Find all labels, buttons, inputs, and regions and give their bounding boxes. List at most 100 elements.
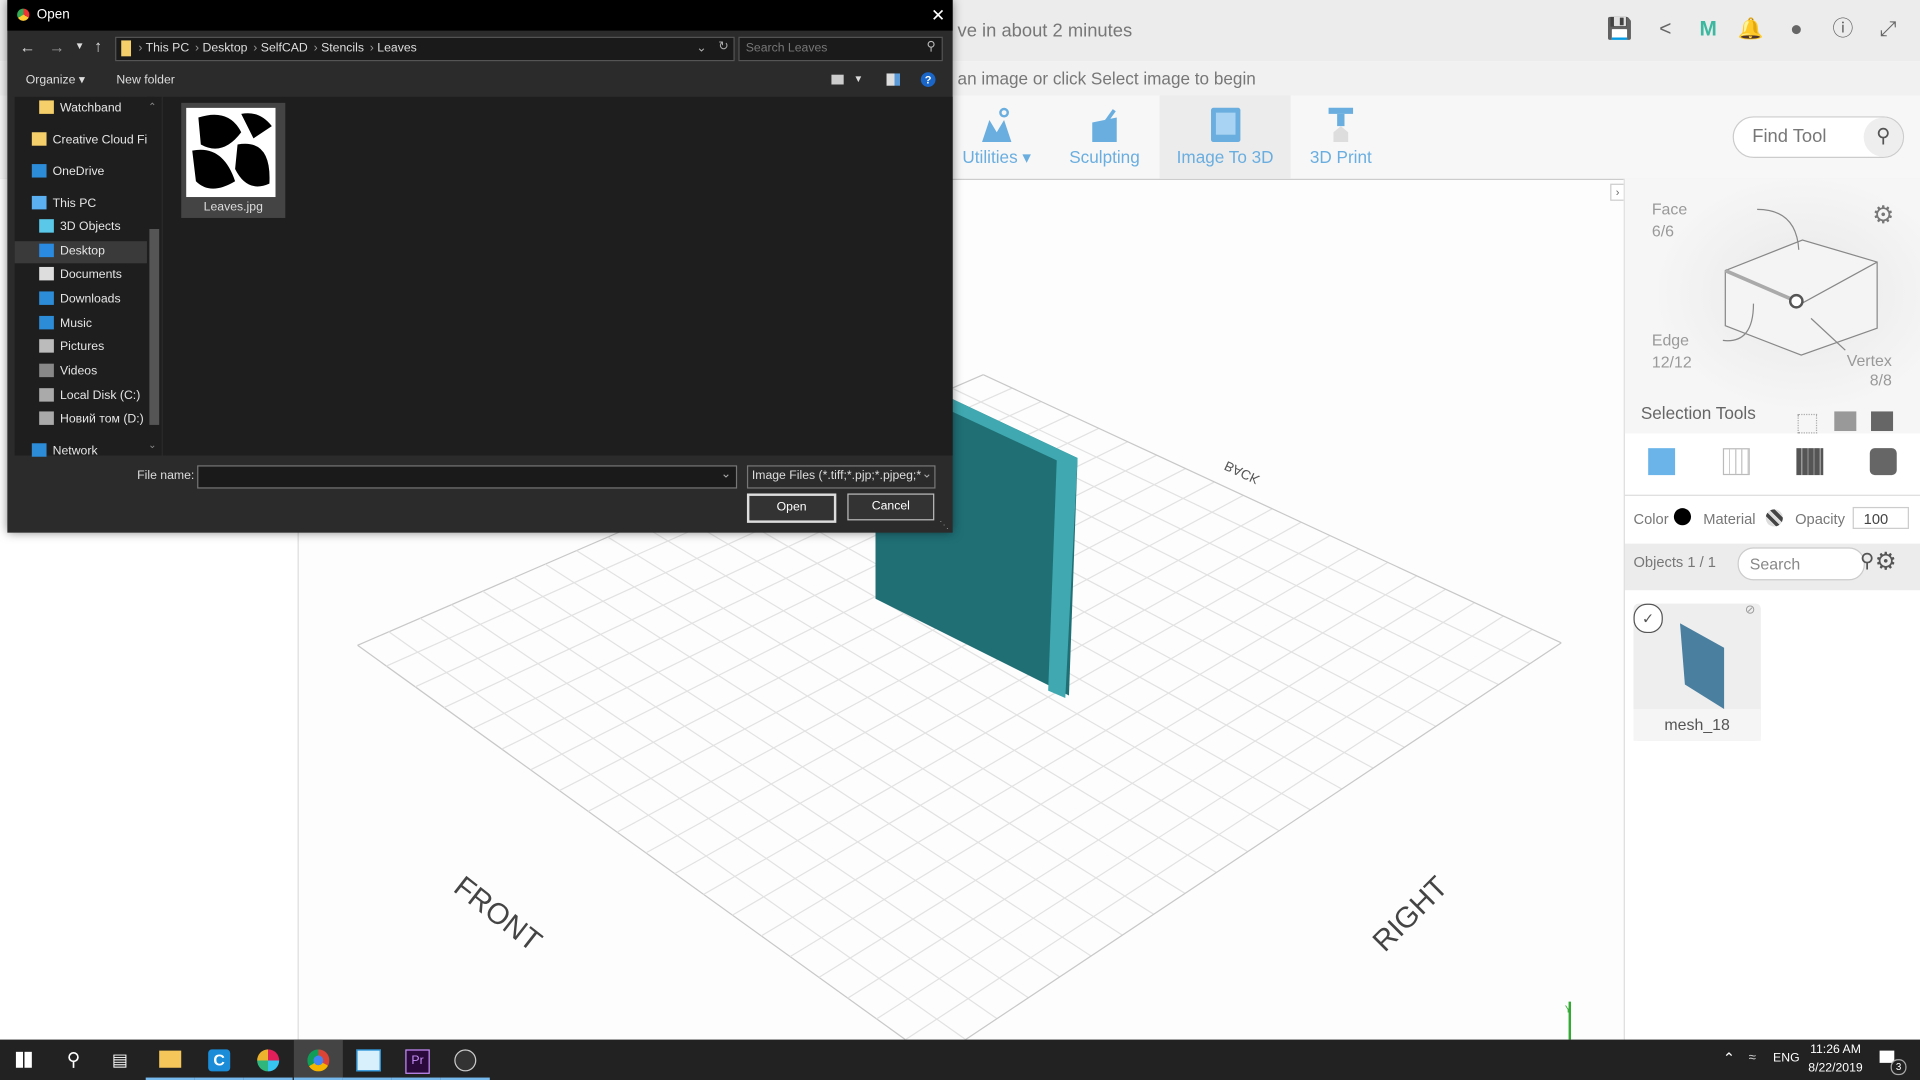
forward-arrow-icon[interactable]: →: [49, 38, 65, 56]
chevron-down-icon[interactable]: ⌄: [696, 42, 706, 55]
nav-item[interactable]: Documents: [15, 264, 150, 286]
color-swatch[interactable]: [1673, 508, 1692, 526]
fullscreen-icon[interactable]: ⤢: [1876, 17, 1900, 41]
solid-wireframe-view-icon[interactable]: [1796, 448, 1824, 476]
selection-cube-diagram: [1722, 208, 1878, 356]
chevron-down-icon[interactable]: ▼: [853, 73, 863, 84]
file-name-input[interactable]: ⌄: [197, 465, 738, 489]
language-indicator[interactable]: ENG: [1773, 1052, 1800, 1065]
breadcrumb: › This PC › Desktop › SelfCAD › Stencils…: [138, 42, 419, 55]
breadcrumb-item[interactable]: This PC: [146, 42, 190, 55]
recent-locations-chevron-icon[interactable]: ▼: [75, 40, 85, 51]
new-folder-button[interactable]: New folder: [116, 73, 175, 86]
search-icon[interactable]: ⚲: [1863, 117, 1903, 157]
breadcrumb-item[interactable]: Leaves: [377, 42, 416, 55]
obs-icon[interactable]: [440, 1040, 490, 1080]
selection-tools-label: Selection Tools: [1640, 402, 1756, 423]
share-icon[interactable]: <: [1653, 17, 1677, 41]
file-item[interactable]: Leaves.jpg: [181, 102, 286, 218]
nav-item[interactable]: Новий том (D:): [15, 409, 150, 431]
scroll-up-icon[interactable]: ⌃: [148, 102, 156, 113]
nav-scrollbar[interactable]: ⌃ ⌄: [146, 96, 162, 456]
edge-count: 12/12: [1651, 352, 1692, 372]
breadcrumb-separator-icon: ›: [249, 41, 261, 56]
change-view-icon[interactable]: [831, 74, 844, 85]
chevron-down-icon[interactable]: ⌄: [721, 468, 731, 481]
search-icon[interactable]: ⚲: [1860, 549, 1874, 573]
breadcrumb-item[interactable]: SelfCAD: [261, 42, 308, 55]
user-icon[interactable]: ●: [1784, 17, 1808, 41]
xray-view-icon[interactable]: [1869, 448, 1897, 476]
select-through-icon[interactable]: [1834, 411, 1857, 432]
nav-item[interactable]: Local Disk (C:): [15, 386, 150, 408]
close-icon[interactable]: ✕: [931, 0, 945, 31]
preview-pane-icon[interactable]: [886, 73, 901, 86]
refresh-icon[interactable]: ↻: [718, 40, 728, 53]
nav-item[interactable]: This PC: [15, 193, 150, 215]
objects-search-placeholder: Search: [1749, 554, 1801, 574]
box-select-icon[interactable]: [1797, 413, 1818, 434]
find-tool-input[interactable]: Find Tool ⚲: [1732, 116, 1905, 158]
nav-item[interactable]: Creative Cloud Fil: [15, 130, 150, 152]
open-button[interactable]: Open: [746, 493, 837, 523]
ccleaner-icon[interactable]: C: [194, 1040, 244, 1080]
object-card[interactable]: ✓ ⊘ mesh_18: [1633, 603, 1761, 741]
tool-utilities[interactable]: Utilities ▾: [959, 96, 1035, 179]
search-leaves-input[interactable]: Search Leaves ⚲: [738, 36, 943, 62]
search-icon[interactable]: ⚲: [49, 1040, 98, 1080]
dialog-title-bar: Open ✕: [7, 0, 953, 31]
tool-sculpting[interactable]: Sculpting: [1065, 96, 1143, 179]
selfcad-icon[interactable]: [342, 1040, 392, 1080]
tool-3d-print[interactable]: 3D Print: [1303, 96, 1379, 179]
breadcrumb-separator-icon: ›: [310, 41, 322, 56]
nav-item[interactable]: Network: [15, 441, 150, 463]
premiere-pro-icon[interactable]: Pr: [391, 1040, 441, 1080]
wifi-icon[interactable]: ≈: [1749, 1051, 1756, 1066]
nav-item[interactable]: 3D Objects: [15, 217, 150, 239]
edge-label[interactable]: Edge: [1652, 331, 1689, 349]
file-type-select[interactable]: Image Files (*.tiff;*.pjp;*.pjpeg;* ⌄: [746, 465, 936, 489]
nav-item[interactable]: Watchband: [15, 98, 150, 120]
tool-image-to-3d[interactable]: Image To 3D: [1159, 95, 1291, 179]
organize-button[interactable]: Organize ▾: [26, 73, 85, 86]
info-icon[interactable]: ⓘ: [1831, 17, 1855, 41]
file-list: Leaves.jpg: [162, 96, 953, 456]
nav-item[interactable]: Pictures: [15, 337, 150, 359]
cancel-button[interactable]: Cancel: [847, 493, 935, 521]
slack-icon[interactable]: [243, 1040, 293, 1080]
address-bar[interactable]: › This PC › Desktop › SelfCAD › Stencils…: [115, 36, 735, 62]
file-explorer-icon[interactable]: [145, 1040, 195, 1080]
select-all-icon[interactable]: [1871, 411, 1894, 432]
back-arrow-icon[interactable]: ←: [20, 38, 36, 56]
face-label[interactable]: Face: [1652, 200, 1687, 218]
nav-item[interactable]: OneDrive: [15, 162, 150, 184]
save-icon[interactable]: 💾: [1607, 17, 1633, 41]
opacity-input[interactable]: 100: [1852, 506, 1909, 529]
material-sphere-icon[interactable]: [1765, 509, 1783, 527]
solid-view-icon[interactable]: [1648, 448, 1676, 476]
nav-item[interactable]: Music: [15, 313, 150, 335]
scrollbar-thumb[interactable]: [149, 228, 160, 425]
show-hidden-icons-chevron[interactable]: ⌃: [1723, 1049, 1735, 1066]
clock-date[interactable]: 8/22/2019: [1806, 1062, 1865, 1075]
gear-icon[interactable]: ⚙: [1875, 546, 1897, 577]
nav-item[interactable]: Downloads: [15, 289, 150, 311]
help-icon[interactable]: ?: [920, 72, 936, 87]
breadcrumb-item[interactable]: Desktop: [203, 42, 248, 55]
hide-eye-icon[interactable]: ⊘: [1745, 604, 1755, 617]
bell-icon[interactable]: 🔔: [1738, 17, 1764, 41]
nav-item[interactable]: Desktop: [14, 241, 150, 264]
objects-search-input[interactable]: Search: [1737, 547, 1865, 581]
windows-start-icon[interactable]: [0, 1040, 49, 1080]
scroll-down-icon[interactable]: ⌄: [148, 440, 156, 451]
wireframe-view-icon[interactable]: [1722, 448, 1750, 476]
nav-item[interactable]: Videos: [15, 361, 150, 383]
up-arrow-icon[interactable]: ↑: [94, 37, 102, 55]
breadcrumb-item[interactable]: Stencils: [321, 42, 364, 55]
m-logo-icon[interactable]: M: [1696, 17, 1720, 41]
task-view-icon[interactable]: ▤: [96, 1040, 145, 1080]
resize-grip-icon[interactable]: ⋱: [939, 519, 949, 530]
checkmark-icon[interactable]: ✓: [1633, 603, 1663, 634]
clock-time[interactable]: 11:26 AM: [1809, 1043, 1863, 1056]
chrome-icon[interactable]: [293, 1039, 343, 1080]
